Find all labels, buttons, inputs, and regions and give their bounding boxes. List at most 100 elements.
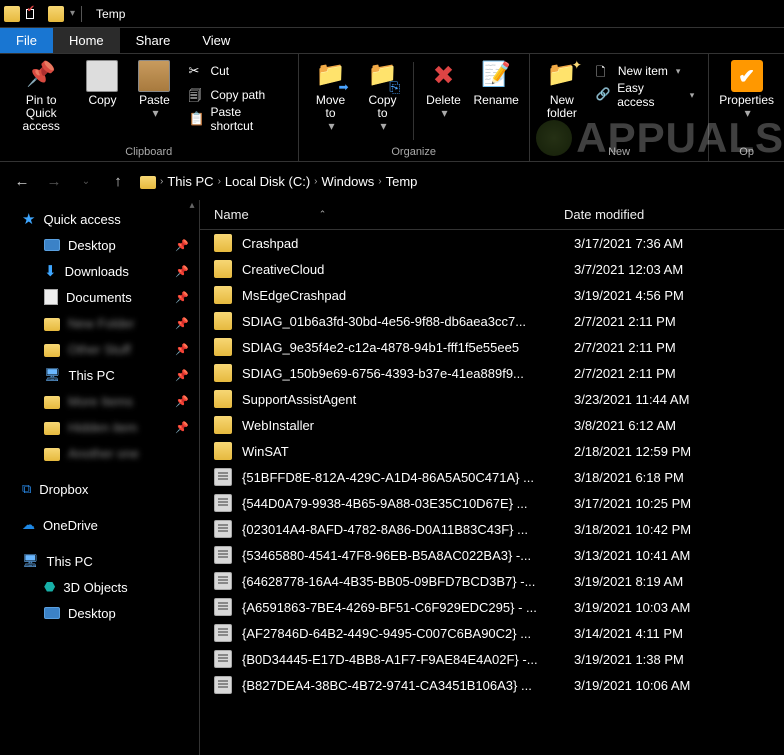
sidebar-quick-access[interactable]: ★Quick access <box>0 206 199 232</box>
copy-path-icon <box>188 87 204 103</box>
qat-item-icon[interactable]: ✔ <box>26 6 42 22</box>
file-row[interactable]: {023014A4-8AFD-4782-8A86-D0A11B83C43F} .… <box>200 516 784 542</box>
properties-icon: ✔ <box>731 60 763 92</box>
group-label: New <box>536 144 702 159</box>
sidebar-item-desktop[interactable]: Desktop📌 <box>0 232 199 258</box>
cut-button[interactable]: Cut <box>184 60 287 82</box>
label: Copy path <box>210 88 265 102</box>
file-row[interactable]: SDIAG_150b9e69-6756-4393-b37e-41ea889f9.… <box>200 360 784 386</box>
label: Rename <box>474 94 519 107</box>
label: Desktop <box>68 606 116 621</box>
label: New folder <box>547 94 577 120</box>
tab-share[interactable]: Share <box>120 28 187 53</box>
file-row[interactable]: {B827DEA4-38BC-4B72-9741-CA3451B106A3} .… <box>200 672 784 698</box>
properties-button[interactable]: ✔ Properties▾ <box>715 58 778 144</box>
star-icon: ★ <box>22 210 35 228</box>
pc-icon: 🖥 <box>22 553 39 569</box>
breadcrumb-seg[interactable]: This PC› <box>167 174 221 189</box>
chevron-down-icon: ▾ <box>745 107 751 120</box>
sidebar-item-blurred[interactable]: Hidden item📌 <box>0 414 199 440</box>
delete-button[interactable]: Delete▾ <box>418 58 470 144</box>
forward-button[interactable]: → <box>40 167 68 195</box>
new-folder-button[interactable]: New folder <box>536 58 588 144</box>
qat-folder-icon[interactable] <box>48 6 64 22</box>
chevron-right-icon: › <box>314 176 317 187</box>
sidebar-onedrive[interactable]: ☁OneDrive <box>0 512 199 538</box>
sidebar-item-documents[interactable]: Documents📌 <box>0 284 199 310</box>
breadcrumb-seg[interactable]: Temp <box>386 174 418 189</box>
new-item-button[interactable]: 🗋New item▾ <box>592 60 698 82</box>
rename-icon <box>480 60 512 92</box>
sidebar-thispc[interactable]: 🖥This PC <box>0 548 199 574</box>
recent-dropdown[interactable]: ⌄ <box>72 167 100 195</box>
file-name: {A6591863-7BE4-4269-BF51-C6F929EDC295} -… <box>242 600 574 615</box>
pin-quick-access-button[interactable]: Pin to Quick access <box>6 58 76 144</box>
tab-view[interactable]: View <box>186 28 246 53</box>
paste-button[interactable]: Paste ▾ <box>128 58 180 144</box>
file-row[interactable]: WebInstaller3/8/2021 6:12 AM <box>200 412 784 438</box>
file-icon <box>214 650 232 668</box>
copy-path-button[interactable]: Copy path <box>184 84 287 106</box>
file-row[interactable]: WinSAT2/18/2021 12:59 PM <box>200 438 784 464</box>
qat-dropdown-icon[interactable]: ▾ <box>70 8 75 19</box>
file-name: {023014A4-8AFD-4782-8A86-D0A11B83C43F} .… <box>242 522 574 537</box>
label: New item <box>618 64 668 78</box>
sidebar-item-desktop[interactable]: Desktop <box>0 600 199 626</box>
pc-icon: 🖥 <box>44 367 61 383</box>
file-row[interactable]: SupportAssistAgent3/23/2021 11:44 AM <box>200 386 784 412</box>
sidebar: ▴ ★Quick access Desktop📌 ⬇Downloads📌 Doc… <box>0 200 200 755</box>
sidebar-item-thispc[interactable]: 🖥This PC📌 <box>0 362 199 388</box>
pin-icon: 📌 <box>175 265 189 278</box>
move-to-button[interactable]: Move to▾ <box>305 58 357 144</box>
file-row[interactable]: MsEdgeCrashpad3/19/2021 4:56 PM <box>200 282 784 308</box>
pin-icon <box>25 60 57 92</box>
file-date: 3/19/2021 10:06 AM <box>574 678 690 693</box>
file-row[interactable]: {A6591863-7BE4-4269-BF51-C6F929EDC295} -… <box>200 594 784 620</box>
file-list[interactable]: Crashpad3/17/2021 7:36 AMCreativeCloud3/… <box>200 230 784 755</box>
file-row[interactable]: {64628778-16A4-4B35-BB05-09BFD7BCD3B7} -… <box>200 568 784 594</box>
column-date[interactable]: Date modified <box>564 207 784 222</box>
paste-shortcut-button[interactable]: Paste shortcut <box>184 108 287 130</box>
file-row[interactable]: {AF27846D-64B2-449C-9495-C007C6BA90C2} .… <box>200 620 784 646</box>
sidebar-item-blurred[interactable]: New Folder📌 <box>0 310 199 336</box>
sidebar-item-blurred[interactable]: Another one <box>0 440 199 466</box>
chevron-right-icon: › <box>218 176 221 187</box>
back-button[interactable]: ← <box>8 167 36 195</box>
split-pane: ▴ ★Quick access Desktop📌 ⬇Downloads📌 Doc… <box>0 200 784 755</box>
label: Other Stuff <box>68 342 131 357</box>
sidebar-item-3dobjects[interactable]: ⬣3D Objects <box>0 574 199 600</box>
file-name: MsEdgeCrashpad <box>242 288 574 303</box>
sidebar-dropbox[interactable]: ⧉Dropbox <box>0 476 199 502</box>
breadcrumb-seg[interactable]: Local Disk (C:)› <box>225 174 318 189</box>
group-label: Organize <box>305 144 523 159</box>
file-row[interactable]: {B0D34445-E17D-4BB8-A1F7-F9AE84E4A02F} -… <box>200 646 784 672</box>
breadcrumb-seg[interactable]: Windows› <box>322 174 382 189</box>
file-row[interactable]: {51BFFD8E-812A-429C-A1D4-86A5A50C471A} .… <box>200 464 784 490</box>
tab-file[interactable]: File <box>0 28 53 53</box>
copy-button[interactable]: Copy <box>76 58 128 144</box>
sidebar-item-blurred[interactable]: More Items📌 <box>0 388 199 414</box>
file-row[interactable]: {53465880-4541-47F8-96EB-B5A8AC022BA3} -… <box>200 542 784 568</box>
file-row[interactable]: SDIAG_01b6a3fd-30bd-4e56-9f88-db6aea3cc7… <box>200 308 784 334</box>
easy-access-button[interactable]: 🔗Easy access▾ <box>592 84 698 106</box>
paste-shortcut-icon <box>188 111 204 127</box>
tab-home[interactable]: Home <box>53 28 120 53</box>
copy-to-button[interactable]: Copy to▾ <box>357 58 409 144</box>
file-row[interactable]: {544D0A79-9938-4B65-9A88-03E35C10D67E} .… <box>200 490 784 516</box>
file-row[interactable]: CreativeCloud3/7/2021 12:03 AM <box>200 256 784 282</box>
file-row[interactable]: Crashpad3/17/2021 7:36 AM <box>200 230 784 256</box>
column-name[interactable]: Name ⌃ <box>214 207 564 222</box>
chevron-down-icon: ▾ <box>441 107 447 120</box>
content-pane: Name ⌃ Date modified Crashpad3/17/2021 7… <box>200 200 784 755</box>
file-date: 2/7/2021 2:11 PM <box>574 314 676 329</box>
rename-button[interactable]: Rename <box>470 58 523 144</box>
label: More Items <box>68 394 133 409</box>
folder-icon <box>44 318 60 331</box>
up-button[interactable]: ↑ <box>104 167 132 195</box>
pin-icon: 📌 <box>175 343 189 356</box>
sidebar-item-blurred[interactable]: Other Stuff 📌 <box>0 336 199 362</box>
scroll-up-icon[interactable]: ▴ <box>187 200 197 211</box>
file-row[interactable]: SDIAG_9e35f4e2-c12a-4878-94b1-fff1f5e55e… <box>200 334 784 360</box>
breadcrumb[interactable]: › This PC› Local Disk (C:)› Windows› Tem… <box>136 167 776 195</box>
sidebar-item-downloads[interactable]: ⬇Downloads📌 <box>0 258 199 284</box>
